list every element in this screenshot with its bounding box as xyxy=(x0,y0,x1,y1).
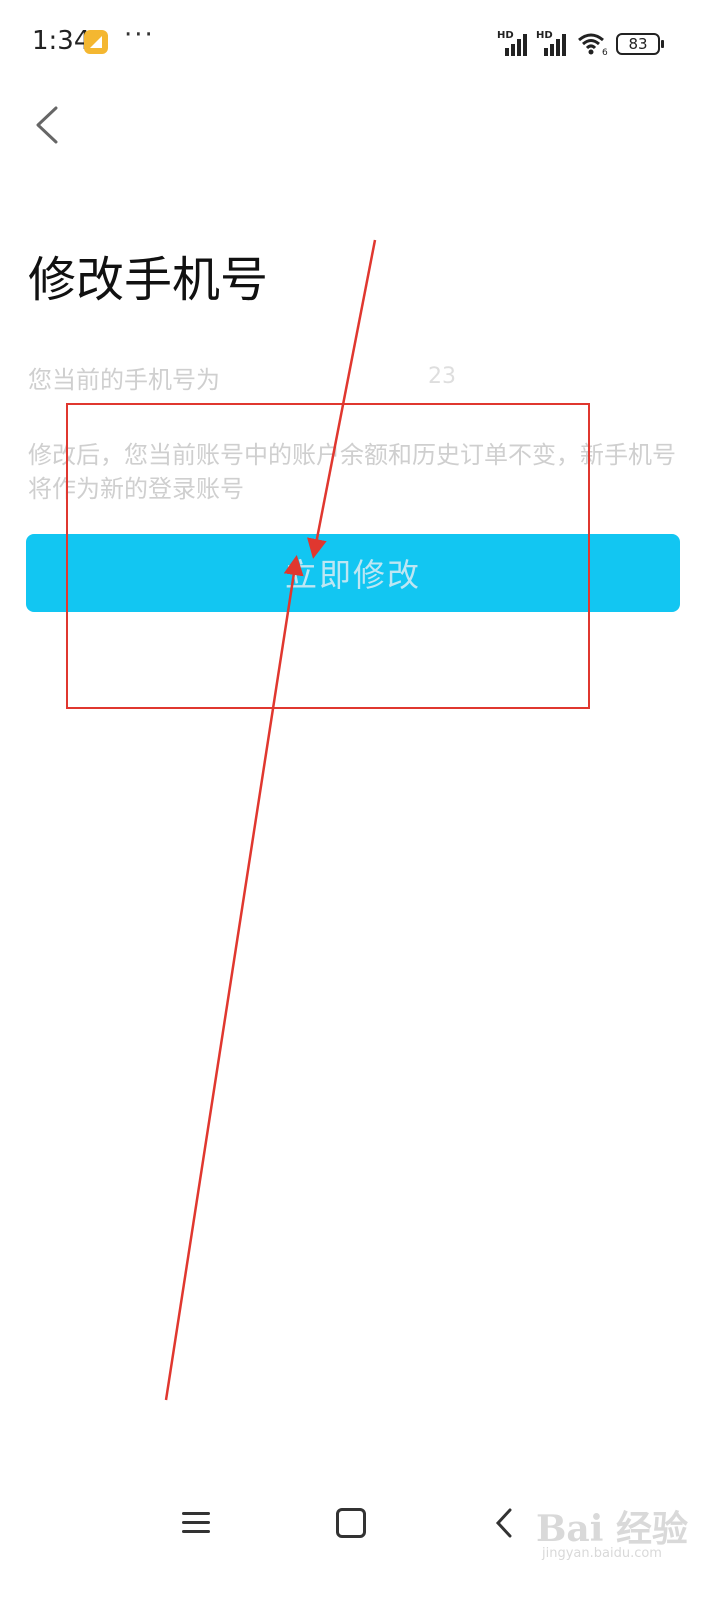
watermark-logo: Bai 经验 xyxy=(536,1508,688,1550)
baidu-jingyan-watermark: Bai 经验 jingyan.baidu.com xyxy=(536,1492,706,1572)
battery-icon: 83 xyxy=(616,33,664,55)
status-bar: 1:34 ··· HD HD 6 83 xyxy=(0,0,720,86)
back-button[interactable] xyxy=(28,100,68,150)
back-icon[interactable] xyxy=(492,1506,516,1540)
gallery-notification-icon xyxy=(84,30,108,54)
watermark-site: jingyan.baidu.com xyxy=(542,1546,662,1561)
menu-icon[interactable] xyxy=(182,1510,212,1536)
signal-1-icon: HD xyxy=(497,30,529,56)
current-phone-label: 您当前的手机号为 xyxy=(28,366,220,394)
status-time: 1:34 xyxy=(32,26,91,56)
annotation-arrow-up xyxy=(164,555,304,1401)
chevron-left-icon xyxy=(36,106,58,144)
wifi-icon: 6 xyxy=(578,33,608,56)
change-description: 修改后，您当前账号中的账户余额和历史订单不变，新手机号将作为新的登录账号 xyxy=(28,441,676,503)
page-title: 修改手机号 xyxy=(28,252,269,308)
more-notifications-icon: ··· xyxy=(124,20,155,50)
signal-2-icon: HD xyxy=(536,30,568,56)
current-phone-number: 23 xyxy=(428,364,456,389)
wifi-suffix: 6 xyxy=(602,48,608,56)
change-now-button[interactable]: 立即修改 xyxy=(26,534,680,612)
annotation-arrow-down xyxy=(307,239,377,559)
home-icon[interactable] xyxy=(336,1508,366,1538)
